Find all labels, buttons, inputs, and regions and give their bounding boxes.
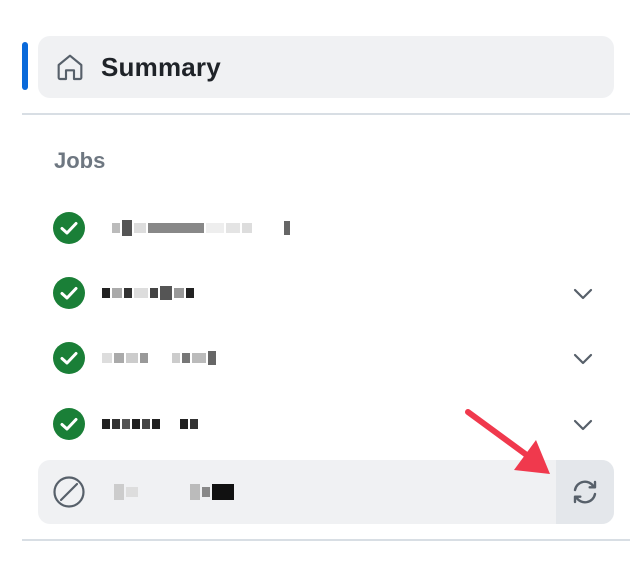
annotation-arrow	[465, 409, 550, 474]
sidebar-item-summary[interactable]: Summary	[38, 36, 614, 98]
divider	[22, 113, 630, 115]
rerun-icon	[573, 480, 597, 504]
jobs-heading: Jobs	[54, 148, 106, 173]
check-circle-icon	[53, 212, 85, 244]
check-circle-icon	[53, 342, 85, 374]
skipped-icon	[53, 476, 85, 508]
chevron-down-icon[interactable]	[570, 412, 596, 438]
job-item[interactable]	[38, 196, 614, 260]
check-circle-icon	[53, 277, 85, 309]
check-circle-icon	[53, 408, 85, 440]
home-icon	[53, 50, 87, 84]
chevron-down-icon[interactable]	[570, 346, 596, 372]
job-item[interactable]	[38, 326, 614, 390]
job-item[interactable]	[38, 261, 614, 325]
job-name-redacted	[102, 482, 332, 502]
sidebar-item-label: Summary	[101, 51, 221, 82]
job-name-redacted	[102, 348, 332, 368]
divider	[22, 539, 630, 541]
job-name-redacted	[102, 218, 332, 238]
rerun-button[interactable]	[556, 460, 614, 524]
job-name-redacted	[102, 414, 332, 434]
active-indicator	[22, 42, 28, 90]
chevron-down-icon[interactable]	[570, 281, 596, 307]
job-name-redacted	[102, 283, 332, 303]
